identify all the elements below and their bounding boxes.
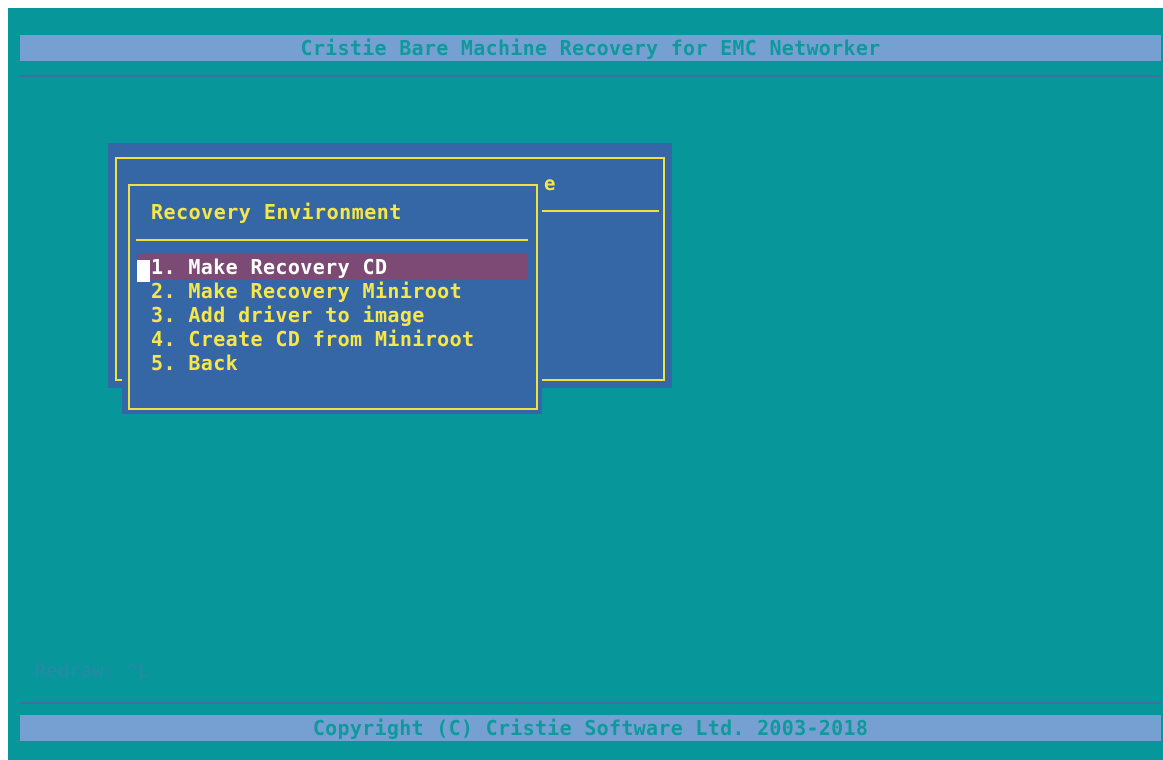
background-dialog-title: e — [544, 173, 556, 195]
header-bar: Cristie Bare Machine Recovery for EMC Ne… — [20, 35, 1161, 61]
footer-bar: Copyright (C) Cristie Software Ltd. 2003… — [20, 715, 1161, 741]
menu-item-back[interactable]: 5. Back — [137, 350, 527, 376]
dialog-title: Recovery Environment — [151, 200, 402, 224]
copyright-text: Copyright (C) Cristie Software Ltd. 2003… — [312, 716, 869, 740]
redraw-hint: Redraw: ^L — [35, 660, 150, 682]
header-divider — [20, 75, 1161, 77]
menu-item-make-recovery-cd[interactable]: 1. Make Recovery CD — [137, 254, 527, 280]
dialog-divider — [136, 239, 528, 241]
text-cursor — [137, 260, 150, 282]
menu-item-make-recovery-miniroot[interactable]: 2. Make Recovery Miniroot — [137, 278, 527, 304]
background-dialog-divider — [533, 210, 659, 212]
menu-item-add-driver[interactable]: 3. Add driver to image — [137, 302, 527, 328]
menu-item-create-cd-from-miniroot[interactable]: 4. Create CD from Miniroot — [137, 326, 527, 352]
app-title: Cristie Bare Machine Recovery for EMC Ne… — [300, 36, 881, 60]
recovery-environment-dialog: Recovery Environment 1. Make Recovery CD… — [122, 184, 542, 414]
terminal-screen: Cristie Bare Machine Recovery for EMC Ne… — [8, 8, 1163, 760]
footer-divider — [20, 702, 1161, 704]
